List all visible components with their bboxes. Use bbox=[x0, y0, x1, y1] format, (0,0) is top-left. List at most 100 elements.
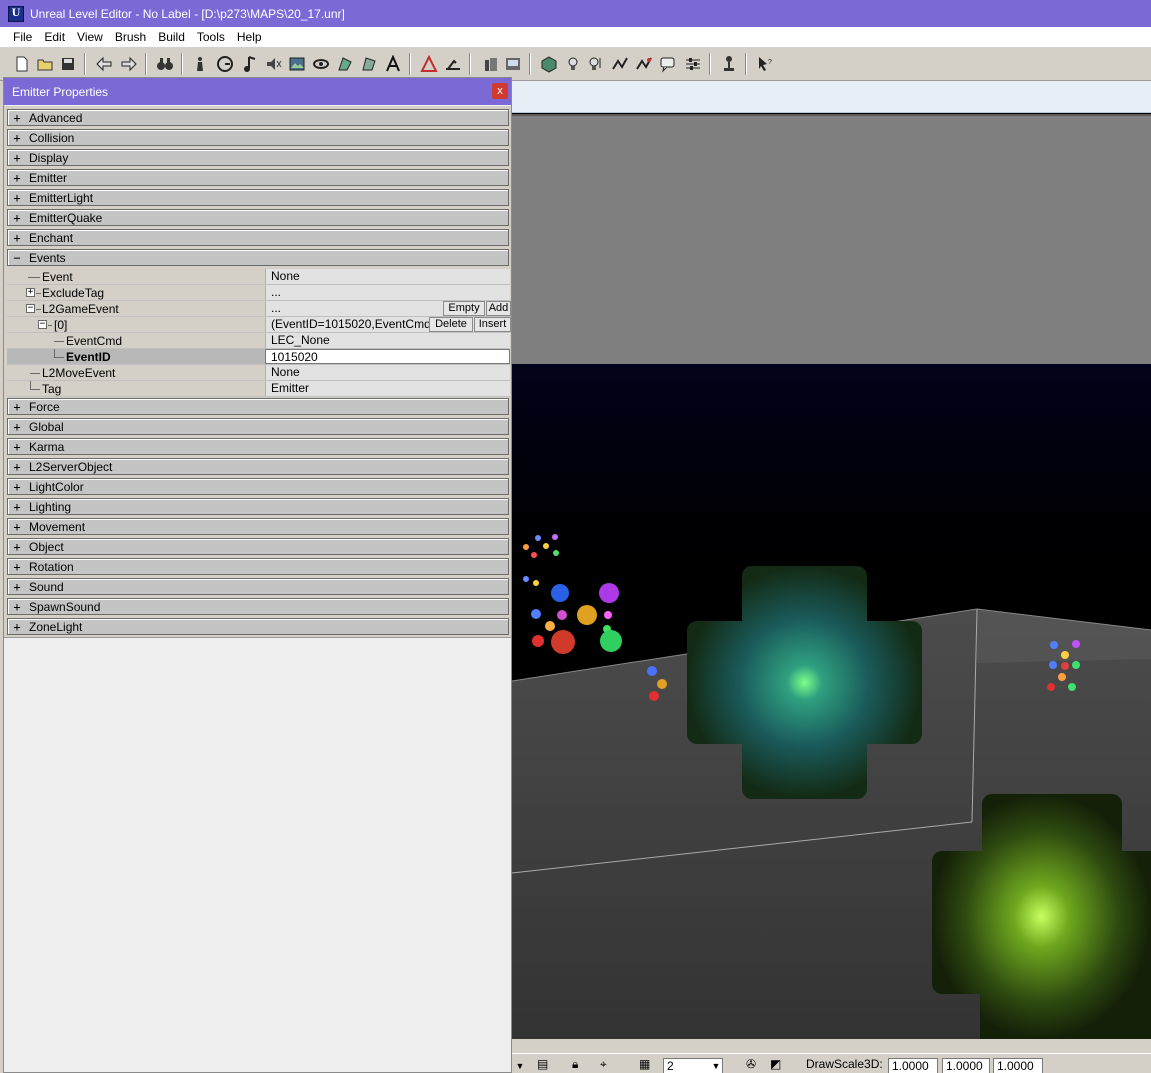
light-icon[interactable] bbox=[503, 54, 523, 74]
open-folder-icon[interactable] bbox=[35, 54, 55, 74]
menu-brush[interactable]: Brush bbox=[109, 27, 152, 48]
undo-icon[interactable] bbox=[94, 54, 114, 74]
category-movement[interactable]: + Movement bbox=[7, 518, 509, 535]
pawn-icon[interactable] bbox=[719, 54, 739, 74]
category-label: ZoneLight bbox=[29, 619, 83, 634]
category-sound[interactable]: + Sound bbox=[7, 578, 509, 595]
category-label: Sound bbox=[29, 579, 64, 594]
category-label: EmitterLight bbox=[29, 190, 94, 205]
chevron-down-icon[interactable]: ▼ bbox=[512, 1058, 528, 1073]
sound-icon[interactable] bbox=[264, 54, 284, 74]
category-enchant[interactable]: + Enchant bbox=[7, 229, 509, 246]
close-button[interactable]: x bbox=[492, 83, 508, 99]
sliders-icon[interactable] bbox=[683, 54, 703, 74]
category-global[interactable]: + Global bbox=[7, 418, 509, 435]
property-value[interactable]: None bbox=[265, 365, 510, 380]
property-value[interactable]: LEC_None bbox=[265, 333, 510, 348]
rotation-snap-icon[interactable]: ✇ bbox=[746, 1057, 756, 1071]
property-event[interactable]: Event None bbox=[7, 269, 510, 285]
scale-icon[interactable]: ◩ bbox=[770, 1057, 781, 1071]
wave2-icon[interactable] bbox=[634, 54, 654, 74]
animation-icon[interactable] bbox=[335, 54, 355, 74]
mesh-icon[interactable] bbox=[311, 54, 331, 74]
collapse-icon[interactable]: − bbox=[26, 304, 35, 313]
category-spawnsound[interactable]: + SpawnSound bbox=[7, 598, 509, 615]
texture-icon[interactable] bbox=[287, 54, 307, 74]
property-index-0[interactable]: − [0] (EventID=1015020,EventCmd=... Dele… bbox=[7, 317, 511, 333]
chevron-down-icon[interactable]: ▼ bbox=[708, 1058, 724, 1073]
property-tag[interactable]: Tag Emitter bbox=[7, 381, 510, 397]
properties-title: Emitter Properties bbox=[4, 78, 511, 105]
collapse-icon[interactable]: − bbox=[38, 320, 47, 329]
category-label: Movement bbox=[29, 519, 86, 534]
wave-icon[interactable] bbox=[610, 54, 630, 74]
redo-icon[interactable] bbox=[119, 54, 139, 74]
search-binoculars-icon[interactable] bbox=[155, 54, 175, 74]
add-button[interactable]: Add bbox=[486, 301, 511, 316]
realtime-icon[interactable]: ▤ bbox=[537, 1057, 548, 1071]
category-display[interactable]: + Display bbox=[7, 149, 509, 166]
category-advanced[interactable]: + Advanced bbox=[7, 109, 509, 126]
delete-button[interactable]: Delete bbox=[429, 317, 473, 332]
chat-icon[interactable] bbox=[658, 54, 678, 74]
menu-build[interactable]: Build bbox=[152, 27, 191, 48]
expand-icon: + bbox=[13, 499, 21, 514]
property-l2moveevent[interactable]: L2MoveEvent None bbox=[7, 365, 510, 381]
category-force[interactable]: + Force bbox=[7, 398, 509, 415]
menu-file[interactable]: File bbox=[7, 27, 38, 48]
menu-view[interactable]: View bbox=[71, 27, 109, 48]
expand-icon[interactable]: + bbox=[26, 288, 35, 297]
category-rotation[interactable]: + Rotation bbox=[7, 558, 509, 575]
actor-icon[interactable] bbox=[190, 54, 210, 74]
grid-icon[interactable]: ▦ bbox=[639, 1057, 650, 1071]
category-karma[interactable]: + Karma bbox=[7, 438, 509, 455]
drawscale-y-field[interactable]: 1.0000 bbox=[942, 1058, 990, 1073]
select-help-icon[interactable]: ? bbox=[755, 54, 775, 74]
property-l2gameevent[interactable]: − L2GameEvent ... Empty Add bbox=[7, 301, 511, 317]
camera-icon[interactable] bbox=[480, 54, 500, 74]
expand-icon: + bbox=[13, 130, 21, 145]
bulb-icon[interactable] bbox=[563, 54, 583, 74]
property-excludetag[interactable]: + ExcludeTag ... bbox=[7, 285, 510, 301]
property-value[interactable]: Emitter bbox=[265, 381, 510, 396]
save-icon[interactable] bbox=[58, 54, 78, 74]
terrain-icon[interactable] bbox=[443, 54, 463, 74]
property-eventid[interactable]: EventID 1015020 bbox=[7, 349, 510, 365]
lock-icon[interactable]: 🔒︎ bbox=[572, 1057, 578, 1072]
category-events[interactable]: − Events bbox=[7, 249, 509, 266]
drawscale-x-field[interactable]: 1.0000 bbox=[888, 1058, 938, 1073]
category-object[interactable]: + Object bbox=[7, 538, 509, 555]
menu-help[interactable]: Help bbox=[231, 27, 268, 48]
category-lightcolor[interactable]: + LightColor bbox=[7, 478, 509, 495]
menu-tools[interactable]: Tools bbox=[191, 27, 231, 48]
cube-icon[interactable] bbox=[539, 54, 559, 74]
category-lighting[interactable]: + Lighting bbox=[7, 498, 509, 515]
3d-viewport[interactable] bbox=[512, 81, 1151, 1039]
property-value[interactable]: None bbox=[265, 269, 510, 284]
property-value[interactable]: ... bbox=[265, 285, 510, 300]
crosshair-icon[interactable]: ⌖ bbox=[600, 1057, 607, 1072]
font-icon[interactable] bbox=[383, 54, 403, 74]
prefab-icon[interactable] bbox=[419, 54, 439, 74]
eventid-input[interactable]: 1015020 bbox=[265, 349, 510, 364]
music-icon[interactable] bbox=[240, 54, 260, 74]
menu-bar: File Edit View Brush Build Tools Help bbox=[0, 27, 1151, 48]
new-file-icon[interactable] bbox=[12, 54, 32, 74]
category-collision[interactable]: + Collision bbox=[7, 129, 509, 146]
empty-button[interactable]: Empty bbox=[443, 301, 485, 316]
scene-render bbox=[512, 364, 1151, 1039]
expand-icon: + bbox=[13, 170, 21, 185]
category-emitter[interactable]: + Emitter bbox=[7, 169, 509, 186]
static-mesh-icon[interactable] bbox=[359, 54, 379, 74]
category-emitterquake[interactable]: + EmitterQuake bbox=[7, 209, 509, 226]
category-emitterlight[interactable]: + EmitterLight bbox=[7, 189, 509, 206]
lights-icon[interactable] bbox=[586, 54, 606, 74]
category-zonelight[interactable]: + ZoneLight bbox=[7, 618, 509, 635]
drawscale-z-field[interactable]: 1.0000 bbox=[993, 1058, 1043, 1073]
property-eventcmd[interactable]: EventCmd LEC_None bbox=[7, 333, 510, 349]
expand-icon: + bbox=[13, 579, 21, 594]
insert-button[interactable]: Insert bbox=[474, 317, 511, 332]
group-icon[interactable] bbox=[215, 54, 235, 74]
menu-edit[interactable]: Edit bbox=[38, 27, 71, 48]
category-l2serverobject[interactable]: + L2ServerObject bbox=[7, 458, 509, 475]
